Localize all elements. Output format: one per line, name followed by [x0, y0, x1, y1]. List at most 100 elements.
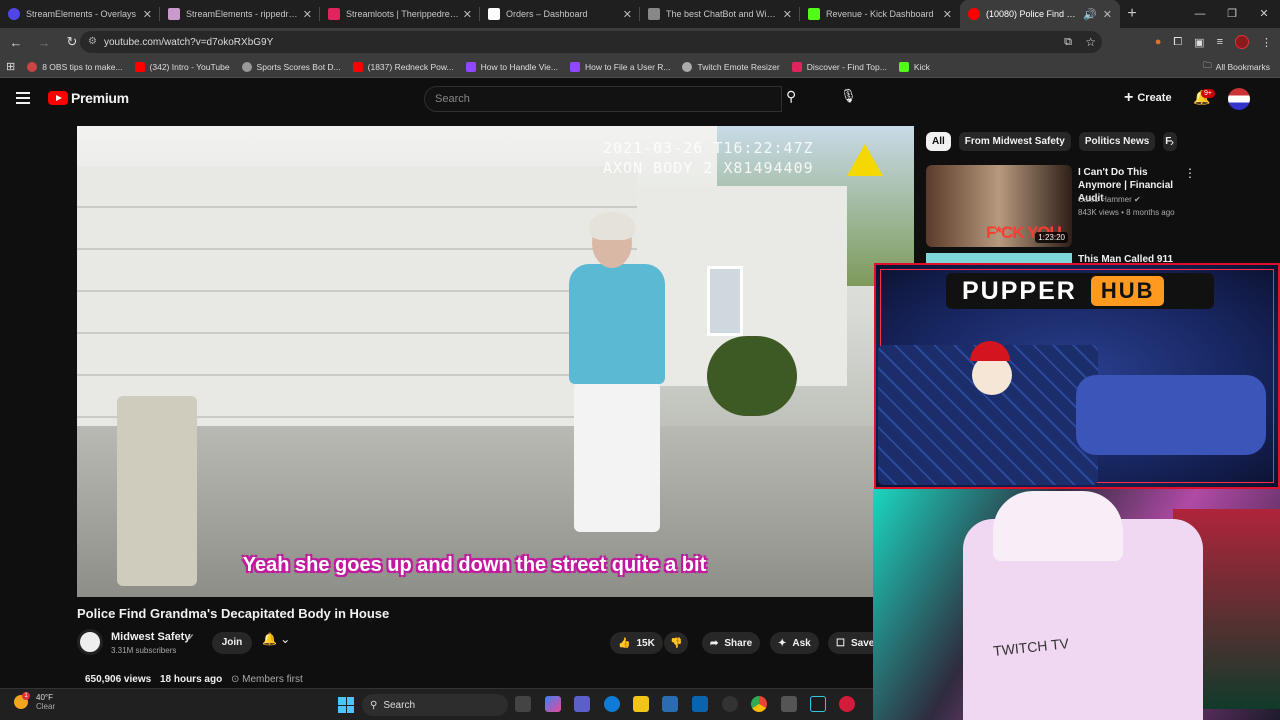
bookmark-item[interactable]: Kick	[893, 61, 936, 72]
browser-tab[interactable]: The best ChatBot and Widgets ✕	[640, 0, 800, 28]
verified-icon: ✔	[1134, 195, 1141, 204]
microphone-icon[interactable]: 🎙	[840, 88, 857, 104]
close-tab-icon[interactable]: ✕	[783, 8, 792, 21]
close-tab-icon[interactable]: ✕	[463, 8, 472, 21]
create-button[interactable]: + Create	[1124, 89, 1172, 107]
window-controls: — ❐ ✕	[1184, 0, 1280, 28]
bookmark-item[interactable]: How to Handle Vie...	[460, 61, 564, 72]
bookmark-item[interactable]: Discover - Find Top...	[786, 61, 893, 72]
task-view-icon[interactable]	[515, 696, 531, 712]
dislike-button[interactable]: 👎	[664, 632, 689, 654]
browser-toolbar: ● ⧠ ▣ ≡ ⋮	[1155, 28, 1272, 56]
all-bookmarks-button[interactable]: 🗀 All Bookmarks	[1203, 60, 1270, 74]
browser-tab-active[interactable]: (10080) Police Find Grandm🔊✕	[960, 0, 1120, 28]
extension-icon[interactable]: ●	[1155, 36, 1162, 48]
menu-dots-icon[interactable]: ⋮	[1261, 36, 1272, 49]
chrome-icon[interactable]	[751, 696, 767, 712]
install-app-icon[interactable]: ⧉	[1064, 36, 1072, 49]
browser-tab[interactable]: Streamloots | Therippedredneck✕	[320, 0, 480, 28]
browser-tab[interactable]: Orders – Dashboard ✕	[480, 0, 640, 28]
like-button[interactable]: 👍 15K	[610, 632, 663, 654]
store-icon[interactable]	[662, 696, 678, 712]
recommended-thumbnail[interactable]	[926, 253, 1072, 263]
app-icon[interactable]	[781, 696, 797, 712]
weather-widget[interactable]: 1 40°F Clear	[14, 692, 55, 711]
weather-badge: 1	[22, 692, 30, 700]
outlook-icon[interactable]	[692, 696, 708, 712]
account-avatar[interactable]	[1228, 88, 1250, 110]
join-button[interactable]: Join	[212, 632, 252, 654]
edge-icon[interactable]	[604, 696, 620, 712]
browser-tab[interactable]: StreamElements - rippedredne ✕	[160, 0, 320, 28]
media-icon[interactable]: ≡	[1217, 36, 1223, 48]
kick-favicon	[898, 61, 909, 72]
back-arrow-icon[interactable]: ←	[4, 35, 28, 50]
bookmark-star-icon[interactable]: ☆	[1085, 35, 1096, 49]
channel-name[interactable]: Midwest Safety	[111, 631, 190, 643]
chevron-down-icon: ⌄	[280, 632, 291, 646]
close-tab-icon[interactable]: ✕	[143, 8, 152, 21]
chip-from-channel[interactable]: From Midwest Safety	[958, 132, 1071, 151]
thumbs-down-icon: 👎	[670, 637, 683, 649]
plus-icon: +	[1124, 89, 1134, 106]
browser-tab[interactable]: StreamElements - Overlays ✕	[0, 0, 160, 28]
windows-start-icon[interactable]	[338, 697, 354, 713]
sidebar-icon[interactable]: ▣	[1194, 36, 1204, 49]
obs-icon[interactable]	[722, 696, 738, 712]
discover-favicon	[791, 61, 802, 72]
save-button[interactable]: ☐ Save	[828, 632, 873, 654]
person-figure	[589, 212, 635, 240]
bookmark-item[interactable]: (1837) Redneck Pow...	[347, 61, 460, 72]
close-tab-icon[interactable]: ✕	[1103, 8, 1112, 21]
more-options-icon[interactable]: ⋮	[1184, 166, 1196, 180]
recommended-channel[interactable]: Caleb Hammer ✔	[1078, 195, 1141, 204]
apps-grid-icon[interactable]: ⊞	[0, 60, 21, 73]
forward-arrow-icon[interactable]: →	[32, 35, 56, 50]
channel-avatar[interactable]	[77, 629, 103, 655]
share-icon: ➦	[710, 637, 719, 649]
browser-tab[interactable]: Revenue - Kick Dashboard ✕	[800, 0, 960, 28]
bodycam-timestamp: 2021-03-26 T16:22:47Z AXON BODY 2 X81494…	[603, 139, 814, 177]
chip-all[interactable]: All	[926, 132, 951, 151]
extensions-puzzle-icon[interactable]: ⧠	[1173, 36, 1182, 49]
file-explorer-icon[interactable]	[633, 696, 649, 712]
taskbar-search[interactable]: ⚲ Search	[362, 694, 508, 716]
ask-button[interactable]: ✦ Ask	[770, 632, 819, 654]
bookmark-item[interactable]: Sports Scores Bot D...	[236, 61, 347, 72]
bookmark-item[interactable]: How to File a User R...	[564, 61, 677, 72]
video-title: Police Find Grandma's Decapitated Body i…	[77, 606, 390, 621]
url-field[interactable]: ⚙ youtube.com/watch?v=d7okoRXbG9Y ⧉ ☆	[80, 31, 1102, 53]
site-info-icon[interactable]: ⚙	[88, 36, 97, 47]
bookmark-item[interactable]: Twitch Emote Resizer	[676, 61, 785, 72]
profile-avatar[interactable]	[1235, 35, 1249, 49]
minimize-icon[interactable]: —	[1184, 0, 1216, 28]
new-tab-button[interactable]: +	[1120, 5, 1144, 23]
close-tab-icon[interactable]: ✕	[303, 8, 312, 21]
search-input[interactable]: Search	[424, 86, 782, 112]
app-icon[interactable]	[839, 696, 855, 712]
close-window-icon[interactable]: ✕	[1248, 0, 1280, 28]
globe-icon	[682, 61, 693, 72]
streamelements-favicon	[168, 8, 180, 20]
close-tab-icon[interactable]: ✕	[623, 8, 632, 21]
recommended-thumbnail[interactable]: F*CK YOU 1:23:20	[926, 165, 1072, 247]
audio-icon[interactable]: 🔊	[1083, 8, 1097, 21]
copilot-icon[interactable]	[545, 696, 561, 712]
search-icon[interactable]: ⚲	[786, 88, 796, 105]
youtube-logo[interactable]: Premium	[48, 90, 129, 106]
video-player[interactable]: 2021-03-26 T16:22:47Z AXON BODY 2 X81494…	[77, 126, 914, 597]
hamburger-menu-icon[interactable]	[16, 92, 30, 104]
bookmark-item[interactable]: 8 OBS tips to make...	[21, 61, 128, 72]
teams-icon[interactable]	[574, 696, 590, 712]
stream-deck-icon[interactable]	[810, 696, 826, 712]
axon-logo-icon	[847, 144, 883, 176]
notification-badge: 9+	[1201, 89, 1215, 98]
maximize-icon[interactable]: ❐	[1216, 0, 1248, 28]
close-tab-icon[interactable]: ✕	[943, 8, 952, 21]
bookmark-item[interactable]: (342) Intro - YouTube	[129, 61, 236, 72]
subscription-bell-button[interactable]: 🔔 ⌄	[262, 632, 302, 654]
windows-taskbar: 1 40°F Clear ⚲ Search	[0, 688, 873, 720]
share-button[interactable]: ➦ Share	[702, 632, 761, 654]
chip-politics-news[interactable]: Politics News	[1078, 132, 1156, 151]
chevron-right-icon[interactable]: ›	[1170, 135, 1174, 149]
